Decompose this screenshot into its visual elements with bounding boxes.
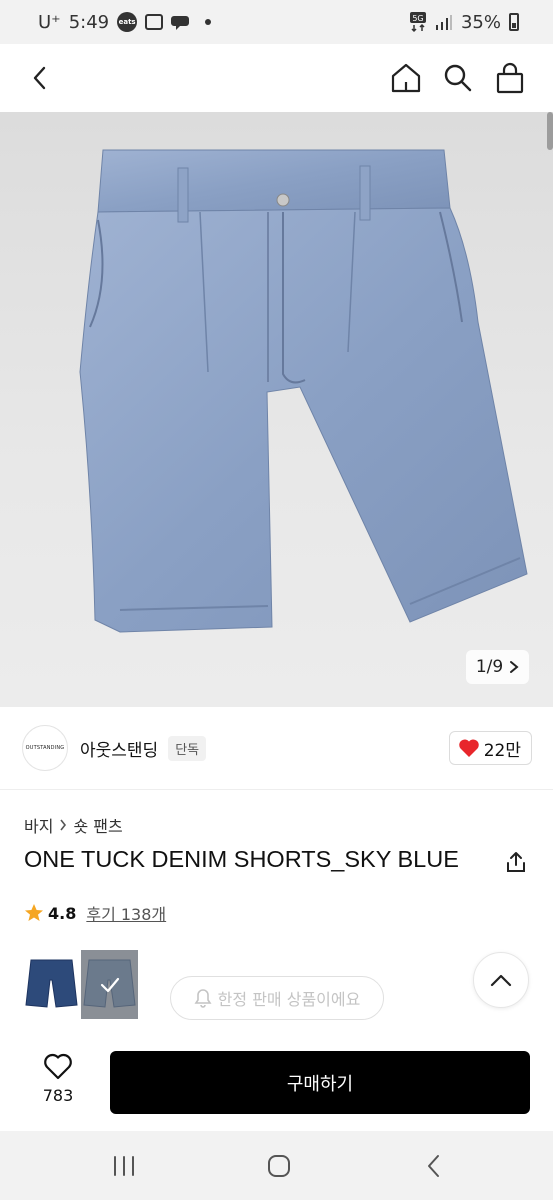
coupang-eats-icon: eats [117,12,138,32]
share-button[interactable] [501,847,531,877]
home-circle-icon [268,1155,290,1177]
search-button[interactable] [436,56,480,100]
category-child-link[interactable]: 숏 팬츠 [73,813,122,837]
selected-check [81,950,138,1019]
star-icon [25,904,43,921]
buy-button[interactable]: 구매하기 [110,1051,530,1114]
product-title: ONE TUCK DENIM SHORTS_SKY BLUE [24,846,459,872]
denim-shorts-image [79,149,528,633]
home-nav-button[interactable] [259,1151,299,1181]
signal-icon [435,15,452,30]
battery-percent: 35% [460,11,501,33]
image-counter[interactable]: 1/9 [466,650,529,684]
wishlist-count: 783 [42,1086,74,1105]
brand-row: OUTSTANDING 아웃스탠딩 단독 22만 [22,722,532,774]
svg-text:5G: 5G [412,14,423,23]
clock: 5:49 [68,11,110,33]
chevron-up-icon [490,974,512,987]
rating-row: 4.8 후기 138개 [24,901,166,925]
brand-like-button[interactable]: 22만 [448,731,532,765]
search-icon [444,64,472,92]
status-left: U⁺ 5:49 eats [38,11,212,33]
exclusive-badge: 단독 [168,735,207,761]
scrollbar-thumb[interactable] [547,112,553,150]
status-right: 5G 35% [409,11,519,33]
gallery-icon [145,14,164,30]
carrier-label: U⁺ [38,11,61,33]
chevron-left-icon [33,66,46,90]
wishlist-button[interactable]: 783 [26,1052,90,1112]
chat-bubble-icon [171,16,190,30]
limited-sale-notice: 한정 판매 상품이에요 [170,976,384,1020]
brand-logo-text: OUTSTANDING [25,745,65,751]
chevron-right-icon [60,819,67,831]
variant-thumbnail-dark-blue[interactable] [23,950,80,1019]
scroll-to-top-button[interactable] [473,952,529,1008]
image-counter-text: 1/9 [475,657,504,677]
cart-button[interactable] [488,56,532,100]
shopping-bag-icon [496,62,524,94]
recent-apps-button[interactable] [104,1151,144,1181]
network-5g-icon: 5G [409,12,426,33]
limited-sale-text: 한정 판매 상품이에요 [217,990,361,1009]
brand-logo[interactable]: OUTSTANDING [22,725,68,771]
system-nav-bar [0,1131,553,1200]
app-header [0,44,553,112]
home-button[interactable] [384,56,428,100]
brand-like-count: 22만 [483,740,521,761]
share-icon [507,852,525,872]
section-divider [0,789,553,790]
heart-outline-icon [44,1053,72,1080]
rating-value: 4.8 [48,903,77,923]
heart-filled-icon [458,739,479,757]
notification-dot-icon [205,19,212,25]
back-chevron-icon [428,1155,439,1177]
back-button[interactable] [18,56,62,100]
variant-thumbnail-sky-blue-selected[interactable] [81,950,138,1019]
category-parent-link[interactable]: 바지 [24,813,53,837]
back-nav-button[interactable] [414,1151,454,1181]
breadcrumb: 바지 숏 팬츠 [24,813,123,837]
bell-icon [194,989,212,1008]
brand-name-link[interactable]: 아웃스탠딩 [80,736,158,761]
status-bar: U⁺ 5:49 eats 5G 35% [0,0,553,44]
chevron-right-icon [510,661,519,673]
product-image-carousel[interactable]: 1/9 [0,112,553,707]
dark-denim-shorts-image [25,959,78,1008]
battery-icon [509,13,519,31]
recent-apps-icon [114,1156,134,1176]
reviews-link[interactable]: 후기 138개 [86,901,166,925]
home-icon [391,63,421,93]
checkmark-icon [100,977,119,992]
